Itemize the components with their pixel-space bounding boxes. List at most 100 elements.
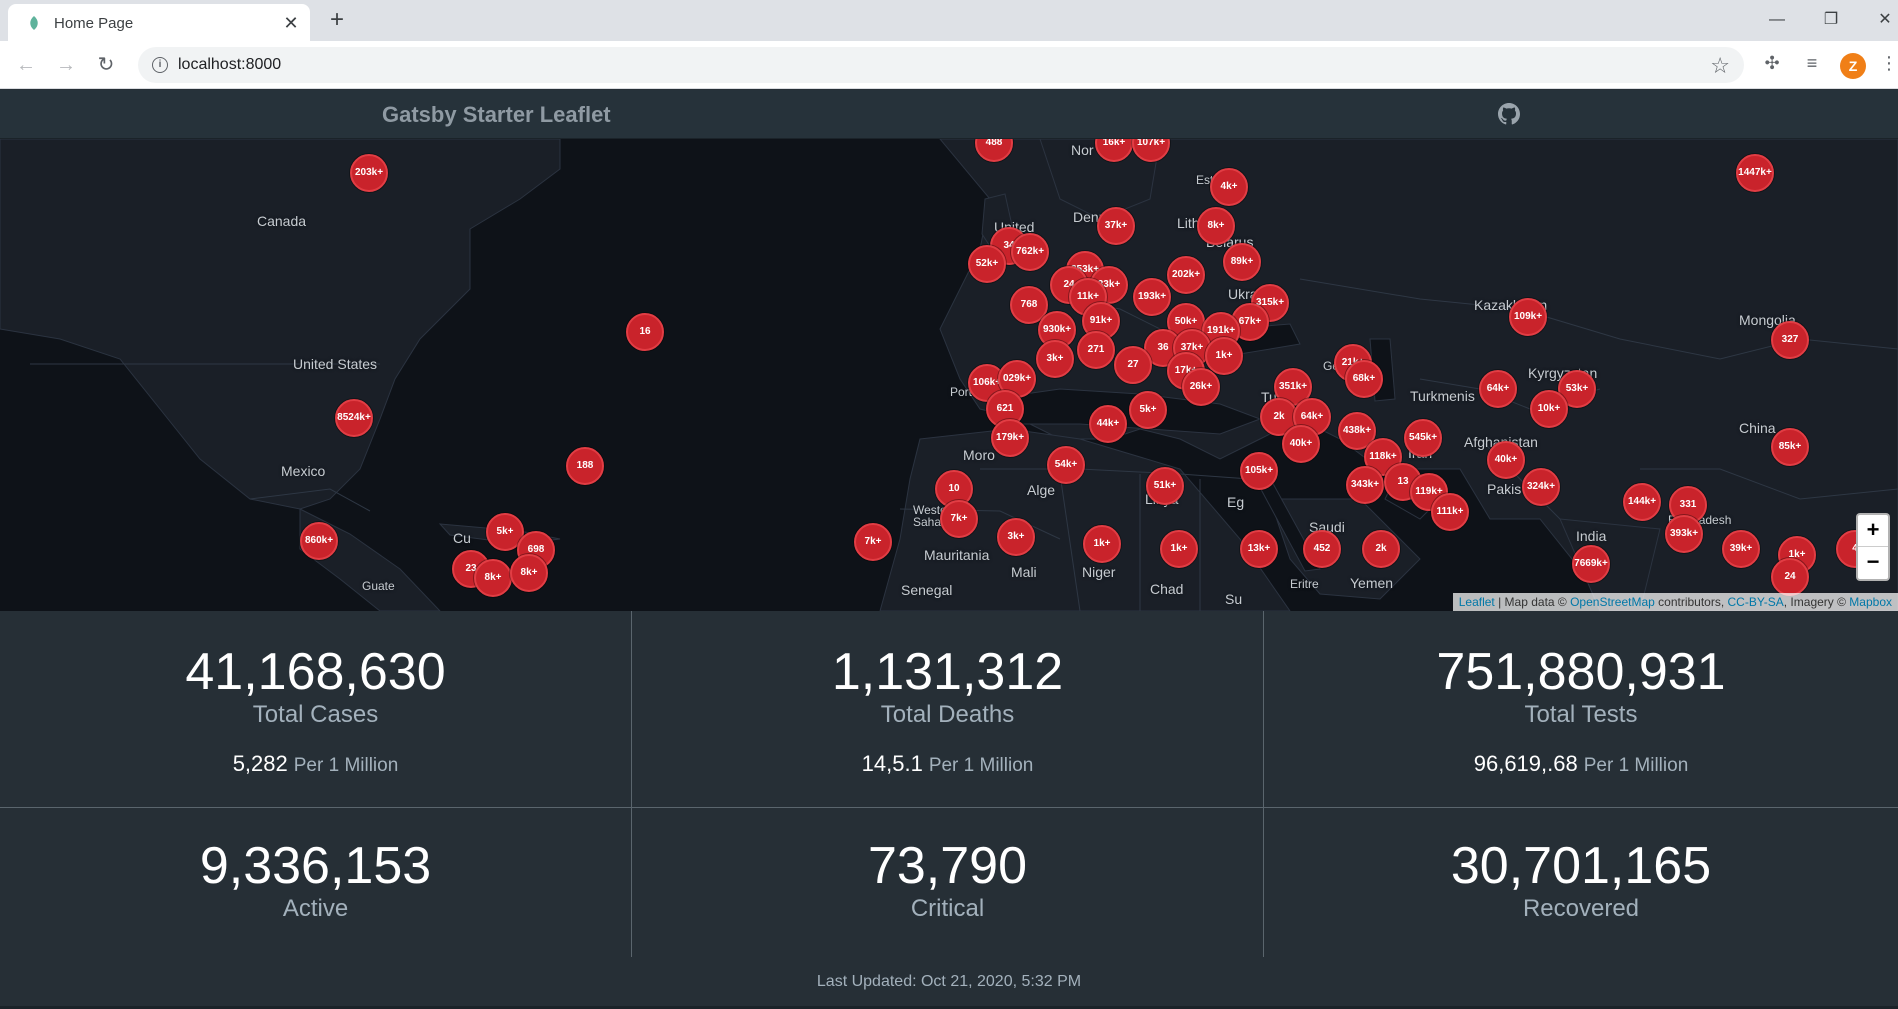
tab-close-icon[interactable]: ✕ (280, 12, 302, 34)
case-marker[interactable]: 193k+ (1133, 278, 1171, 316)
cc-by-sa-link[interactable]: CC-BY-SA (1728, 595, 1784, 609)
case-marker[interactable]: 85k+ (1771, 428, 1809, 466)
case-marker[interactable]: 105k+ (1240, 452, 1278, 490)
map-label-niger: Niger (1082, 564, 1116, 580)
leaflet-link[interactable]: Leaflet (1459, 595, 1495, 609)
case-marker[interactable]: 16 (626, 313, 664, 351)
back-arrow-icon[interactable]: ← (14, 53, 38, 77)
openstreetmap-link[interactable]: OpenStreetMap (1570, 595, 1655, 609)
profile-avatar[interactable]: Z (1840, 53, 1866, 79)
case-marker[interactable]: 1k+ (1205, 337, 1243, 375)
stat-label: Active (282, 895, 349, 922)
case-marker[interactable]: 8k+ (1197, 207, 1235, 245)
case-marker[interactable]: 39k+ (1722, 530, 1760, 568)
case-marker[interactable]: 3k+ (997, 518, 1035, 556)
stat-label: Total Deaths (880, 701, 1015, 728)
site-info-icon[interactable]: i (152, 57, 168, 73)
footer: Last Updated: Oct 21, 2020, 5:32 PM (0, 957, 1898, 1009)
case-marker[interactable]: 327 (1771, 321, 1809, 359)
map-label-pakistan: Pakis (1487, 481, 1522, 497)
covid-map[interactable]: Canada United States Mexico United Denma… (0, 139, 1898, 611)
case-marker[interactable]: 8k+ (510, 554, 548, 592)
case-marker[interactable]: 343k+ (1346, 466, 1384, 504)
case-marker[interactable]: 2k (1362, 530, 1400, 568)
bookmark-star-icon[interactable]: ☆ (1710, 53, 1730, 79)
case-marker[interactable]: 7669k+ (1572, 545, 1610, 583)
address-bar[interactable]: i localhost:8000 ☆ (138, 47, 1744, 83)
new-tab-button[interactable]: + (324, 8, 350, 34)
case-marker[interactable]: 8524k+ (335, 399, 373, 437)
case-marker[interactable]: 26k+ (1182, 368, 1220, 406)
map-label-guatemala: Guate (362, 579, 395, 593)
case-marker[interactable]: 111k+ (1431, 493, 1469, 531)
map-label-united-states: United States (293, 356, 378, 372)
map-label-senegal: Senegal (901, 582, 953, 598)
stat-total-deaths: 1,131,312 Total Deaths 14,5.1 Per 1 Milli… (632, 611, 1264, 808)
map-label-mexico: Mexico (281, 463, 326, 479)
case-marker[interactable]: 179k+ (991, 419, 1029, 457)
window-restore-button[interactable]: ❐ (1808, 6, 1854, 34)
reload-icon[interactable]: ↻ (94, 53, 118, 77)
case-marker[interactable]: 202k+ (1167, 256, 1205, 294)
case-marker[interactable]: 4k+ (1210, 168, 1248, 206)
case-marker[interactable]: 7k+ (940, 500, 978, 538)
case-marker[interactable]: 545k+ (1404, 419, 1442, 457)
case-marker[interactable]: 188 (566, 447, 604, 485)
case-marker[interactable]: 271 (1077, 331, 1115, 369)
case-marker[interactable]: 24 (1771, 558, 1809, 596)
case-marker[interactable]: 64k+ (1479, 370, 1517, 408)
case-marker[interactable]: 10k+ (1530, 390, 1568, 428)
case-marker[interactable]: 109k+ (1509, 298, 1547, 336)
media-control-icon[interactable]: ≡ (1800, 53, 1824, 77)
extensions-puzzle-icon[interactable]: ✣ (1760, 53, 1784, 77)
per-million-value: 96,619,.68 (1473, 751, 1578, 776)
case-marker[interactable]: 44k+ (1089, 405, 1127, 443)
case-marker[interactable]: 52k+ (968, 245, 1006, 283)
map-label-chad: Chad (1150, 581, 1184, 597)
case-marker[interactable]: 1k+ (1160, 530, 1198, 568)
case-marker[interactable]: 452 (1303, 530, 1341, 568)
mapbox-link[interactable]: Mapbox (1849, 595, 1892, 609)
case-marker[interactable]: 203k+ (350, 154, 388, 192)
window-close-button[interactable]: ✕ (1862, 6, 1898, 34)
app-title[interactable]: Gatsby Starter Leaflet (382, 102, 611, 128)
map-label-eritrea: Eritre (1290, 577, 1319, 591)
github-icon[interactable] (1498, 103, 1520, 125)
case-marker[interactable]: 37k+ (1097, 207, 1135, 245)
map-attribution: Leaflet | Map data © OpenStreetMap contr… (1452, 593, 1898, 611)
case-marker[interactable]: 1447k+ (1736, 154, 1774, 192)
case-marker[interactable]: 89k+ (1223, 243, 1261, 281)
case-marker[interactable]: 68k+ (1345, 360, 1383, 398)
zoom-out-button[interactable]: − (1858, 547, 1888, 579)
case-marker[interactable]: 3k+ (1036, 340, 1074, 378)
browser-tab[interactable]: Home Page ✕ (8, 4, 310, 41)
case-marker[interactable]: 8k+ (474, 559, 512, 597)
stat-recovered: 30,701,165 Recovered (1264, 808, 1898, 958)
case-marker[interactable]: 144k+ (1623, 483, 1661, 521)
case-marker[interactable]: 40k+ (1282, 425, 1320, 463)
case-marker[interactable]: 324k+ (1522, 468, 1560, 506)
case-marker[interactable]: 1k+ (1083, 525, 1121, 563)
map-label-mali: Mali (1011, 564, 1037, 580)
case-marker[interactable]: 5k+ (1129, 391, 1167, 429)
case-marker[interactable]: 51k+ (1146, 467, 1184, 505)
zoom-in-button[interactable]: + (1858, 515, 1888, 547)
window-minimize-button[interactable]: — (1754, 6, 1800, 34)
app-header: Gatsby Starter Leaflet (0, 90, 1898, 139)
case-marker[interactable]: 393k+ (1665, 515, 1703, 553)
map-label-algeria: Alge (1027, 482, 1056, 498)
forward-arrow-icon[interactable]: → (54, 53, 78, 77)
stat-label: Total Tests (1524, 701, 1638, 728)
url-text[interactable]: localhost:8000 (178, 56, 281, 74)
case-marker[interactable]: 54k+ (1047, 446, 1085, 484)
attribution-mapdata-text: | Map data © (1494, 595, 1571, 609)
case-marker[interactable]: 860k+ (300, 522, 338, 560)
case-marker[interactable]: 27 (1114, 346, 1152, 384)
browser-menu-icon[interactable]: ⋮ (1880, 53, 1898, 77)
case-marker[interactable]: 762k+ (1011, 233, 1049, 271)
case-marker[interactable]: 40k+ (1487, 441, 1525, 479)
map-label-norway: Nor (1071, 142, 1094, 158)
map-label-turkmenistan: Turkmenis (1410, 388, 1475, 404)
case-marker[interactable]: 13k+ (1240, 530, 1278, 568)
case-marker[interactable]: 7k+ (854, 523, 892, 561)
